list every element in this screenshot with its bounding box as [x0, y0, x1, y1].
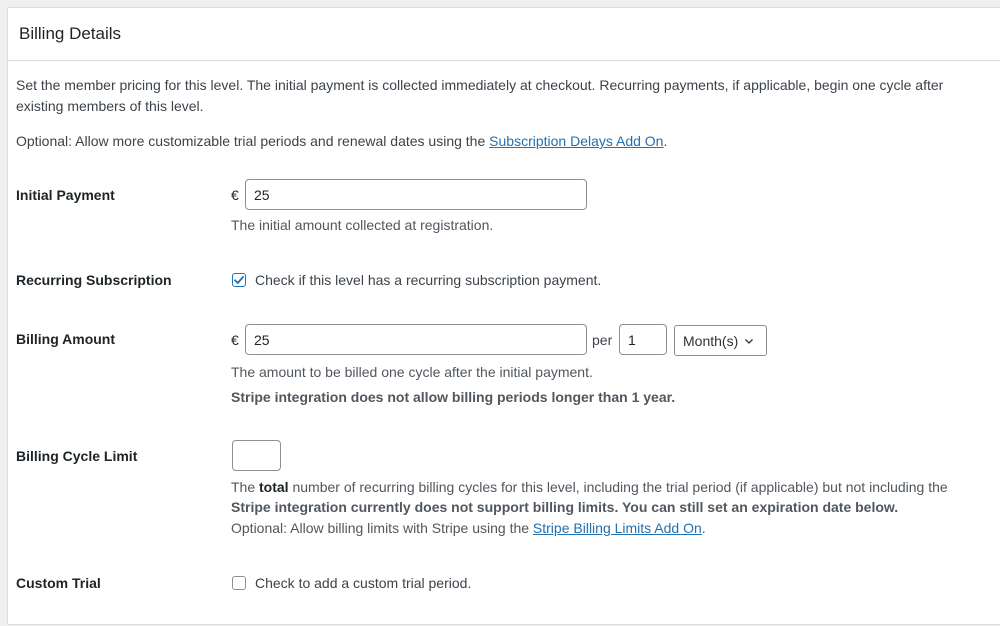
- subscription-delays-link[interactable]: Subscription Delays Add On: [489, 133, 663, 149]
- initial-payment-input[interactable]: [245, 179, 587, 210]
- chevron-down-icon: [745, 338, 754, 344]
- billing-amount-currency: €: [231, 332, 239, 348]
- recurring-subscription-checkbox[interactable]: [232, 273, 246, 287]
- custom-trial-checkbox-label[interactable]: Check to add a custom trial period.: [255, 575, 471, 591]
- intro-line-1: Set the member pricing for this level. T…: [16, 77, 944, 93]
- intro-optional-suffix: .: [663, 133, 668, 149]
- intro-optional-prefix: Optional: Allow more customizable trial …: [16, 133, 490, 149]
- recurring-subscription-label: Recurring Subscription: [16, 272, 172, 288]
- intro-optional: Optional: Allow more customizable trial …: [16, 133, 667, 149]
- custom-trial-checkbox[interactable]: [232, 576, 246, 590]
- stripe-billing-limits-link[interactable]: Stripe Billing Limits Add On: [533, 520, 702, 536]
- billing-cycle-limit-desc-prefix: The: [231, 479, 260, 495]
- billing-amount-description: The amount to be billed one cycle after …: [231, 364, 593, 380]
- initial-payment-label: Initial Payment: [16, 187, 115, 203]
- billing-cycle-limit-input[interactable]: [232, 440, 281, 471]
- cycle-number-input[interactable]: [619, 324, 667, 355]
- billing-amount-label: Billing Amount: [16, 331, 116, 347]
- billing-amount-input[interactable]: [245, 324, 587, 355]
- billing-cycle-limit-warning: Stripe integration currently does not su…: [231, 499, 899, 515]
- billing-amount-warning: Stripe integration does not allow billin…: [231, 389, 676, 405]
- billing-limits-optional-prefix: Optional: Allow billing limits with Stri…: [231, 520, 533, 536]
- checkmark-icon: [234, 276, 244, 284]
- billing-cycle-limit-desc-suffix: number of recurring billing cycles for t…: [288, 479, 948, 495]
- billing-cycle-limit-label: Billing Cycle Limit: [16, 448, 138, 464]
- billing-limits-optional-suffix: .: [701, 520, 706, 536]
- billing-cycle-limit-desc-bold: total: [259, 479, 289, 495]
- billing-cycle-limit-optional: Optional: Allow billing limits with Stri…: [231, 520, 706, 536]
- billing-cycle-limit-description: The total number of recurring billing cy…: [231, 479, 948, 495]
- initial-payment-description: The initial amount collected at registra…: [231, 217, 494, 233]
- custom-trial-label: Custom Trial: [16, 575, 101, 591]
- panel-title: Billing Details: [19, 24, 122, 43]
- initial-payment-currency: €: [231, 187, 239, 203]
- per-label: per: [592, 332, 613, 348]
- cycle-period-select[interactable]: Month(s): [674, 325, 767, 356]
- panel-header: Billing Details: [8, 8, 1000, 61]
- recurring-subscription-checkbox-label[interactable]: Check if this level has a recurring subs…: [255, 272, 601, 288]
- cycle-period-value: Month(s): [683, 332, 739, 349]
- intro-line-2: existing members of this level.: [16, 98, 204, 114]
